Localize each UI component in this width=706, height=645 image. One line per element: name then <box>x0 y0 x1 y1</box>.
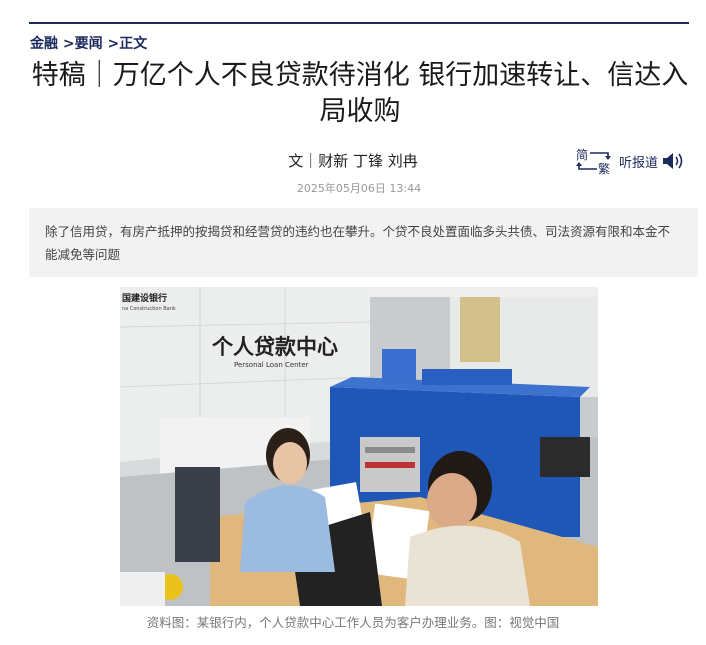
breadcrumb-item-news[interactable]: 要闻 <box>75 36 103 52</box>
photo-center-name-en: Personal Loan Center <box>234 361 309 369</box>
breadcrumb-separator: > <box>62 36 75 52</box>
image-caption: 资料图：某银行内，个人贷款中心工作人员为客户办理业务。图：视觉中国 <box>146 615 560 630</box>
breadcrumb-separator: > <box>107 36 120 52</box>
breadcrumb-item-article: 正文 <box>119 36 148 52</box>
article-tools: 简 繁 听报道 <box>575 145 687 177</box>
bank-loan-center-illustration: 国建设银行 na Construction Bank 个人贷款中心 Person… <box>120 287 598 606</box>
article-photo: 国建设银行 na Construction Bank 个人贷款中心 Person… <box>120 287 598 606</box>
simplified-label: 简 <box>576 148 589 162</box>
top-rule <box>29 22 689 24</box>
listen-label: 听报道 <box>619 155 659 171</box>
speaker-icon <box>663 153 683 169</box>
simplified-traditional-toggle[interactable]: 简 繁 <box>575 146 613 176</box>
article-title: 特稿｜万亿个人不良贷款待消化 银行加速转让、信达入局收购 <box>31 60 689 127</box>
photo-bank-name-en: na Construction Bank <box>122 306 176 312</box>
listen-button[interactable]: 听报道 <box>619 151 687 171</box>
article-summary: 除了信用贷，有房产抵押的按揭贷和经营贷的违约也在攀升。个贷不良处置面临多头共债、… <box>29 208 698 277</box>
photo-center-name-cn: 个人贷款中心 <box>212 334 338 359</box>
breadcrumb: 金融 >要闻 >正文 <box>30 33 147 53</box>
publish-date: 2025年05月06日 13:44 <box>296 182 422 195</box>
breadcrumb-item-finance[interactable]: 金融 <box>30 36 58 52</box>
traditional-label: 繁 <box>598 162 611 176</box>
photo-bank-name-cn: 国建设银行 <box>122 292 167 304</box>
